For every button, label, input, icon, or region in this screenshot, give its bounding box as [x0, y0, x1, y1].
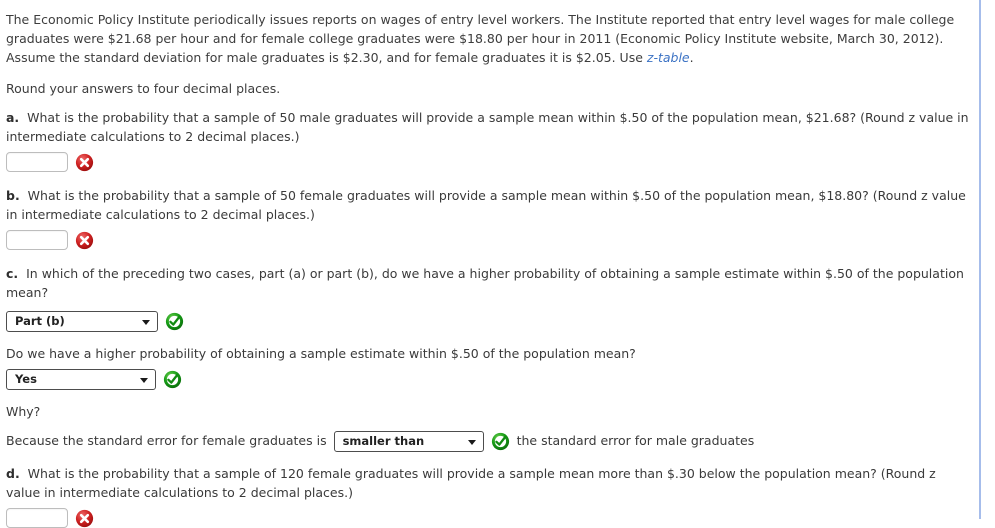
question-c-followup-text: Do we have a higher probability of obtai… — [6, 346, 636, 361]
question-c-reason-suffix: the standard error for male graduates — [516, 433, 755, 449]
question-a-text: What is the probability that a sample of… — [6, 110, 969, 144]
intro-text-before-link: The Economic Policy Institute periodical… — [6, 12, 955, 65]
z-table-link[interactable]: z-table — [647, 50, 690, 65]
question-page: The Economic Policy Institute periodical… — [0, 0, 981, 528]
question-c-reason-prefix: Because the standard error for female gr… — [6, 433, 327, 449]
question-c-dropdown-2[interactable]: Yes — [6, 369, 156, 390]
question-c-dropdown-3-value: smaller than — [342, 434, 425, 448]
red-x-icon — [75, 231, 94, 250]
rounding-instruction: Round your answers to four decimal place… — [6, 81, 281, 96]
question-b: b. What is the probability that a sample… — [6, 186, 971, 250]
question-d-answer-row — [6, 508, 971, 528]
question-c-dropdown-1-value: Part (b) — [15, 314, 65, 328]
question-d: d. What is the probability that a sample… — [6, 464, 971, 528]
question-c-dropdown2-row: Yes — [6, 369, 971, 390]
green-check-icon — [163, 370, 182, 389]
question-b-text-wrapper: b. What is the probability that a sample… — [6, 186, 971, 224]
question-c-text: In which of the preceding two cases, par… — [6, 266, 964, 300]
question-c-reason-row: Because the standard error for female gr… — [6, 431, 971, 452]
intro-text-after-link: . — [689, 50, 694, 65]
question-c-dropdown-1[interactable]: Part (b) — [6, 311, 158, 332]
question-c-why-label: Why? — [6, 404, 41, 419]
question-b-input[interactable] — [6, 230, 68, 250]
question-a-input[interactable] — [6, 152, 68, 172]
question-c-dropdown-3[interactable]: smaller than — [333, 431, 484, 452]
question-a: a. What is the probability that a sample… — [6, 108, 971, 172]
green-check-icon — [165, 312, 184, 331]
question-d-text-wrapper: d. What is the probability that a sample… — [6, 464, 971, 502]
green-check-icon — [491, 432, 510, 451]
question-c-dropdown-2-value: Yes — [15, 372, 37, 386]
question-a-answer-row — [6, 152, 971, 172]
question-c-label: c. — [6, 266, 19, 281]
question-c-dropdown1-row: Part (b) — [6, 311, 971, 332]
question-b-text: What is the probability that a sample of… — [6, 188, 966, 222]
chevron-down-icon — [467, 439, 476, 445]
question-d-input[interactable] — [6, 508, 68, 528]
question-c-text-wrapper: c. In which of the preceding two cases, … — [6, 264, 971, 302]
question-a-label: a. — [6, 110, 20, 125]
chevron-down-icon — [142, 319, 150, 325]
chevron-down-icon — [140, 377, 148, 383]
question-a-text-wrapper: a. What is the probability that a sample… — [6, 108, 971, 146]
question-b-answer-row — [6, 230, 971, 250]
red-x-icon — [75, 153, 94, 172]
red-x-icon — [75, 509, 94, 528]
question-d-text: What is the probability that a sample of… — [6, 466, 936, 500]
question-d-label: d. — [6, 466, 20, 481]
question-c: c. In which of the preceding two cases, … — [6, 264, 971, 452]
question-b-label: b. — [6, 188, 20, 203]
intro-paragraph: The Economic Policy Institute periodical… — [6, 10, 971, 67]
